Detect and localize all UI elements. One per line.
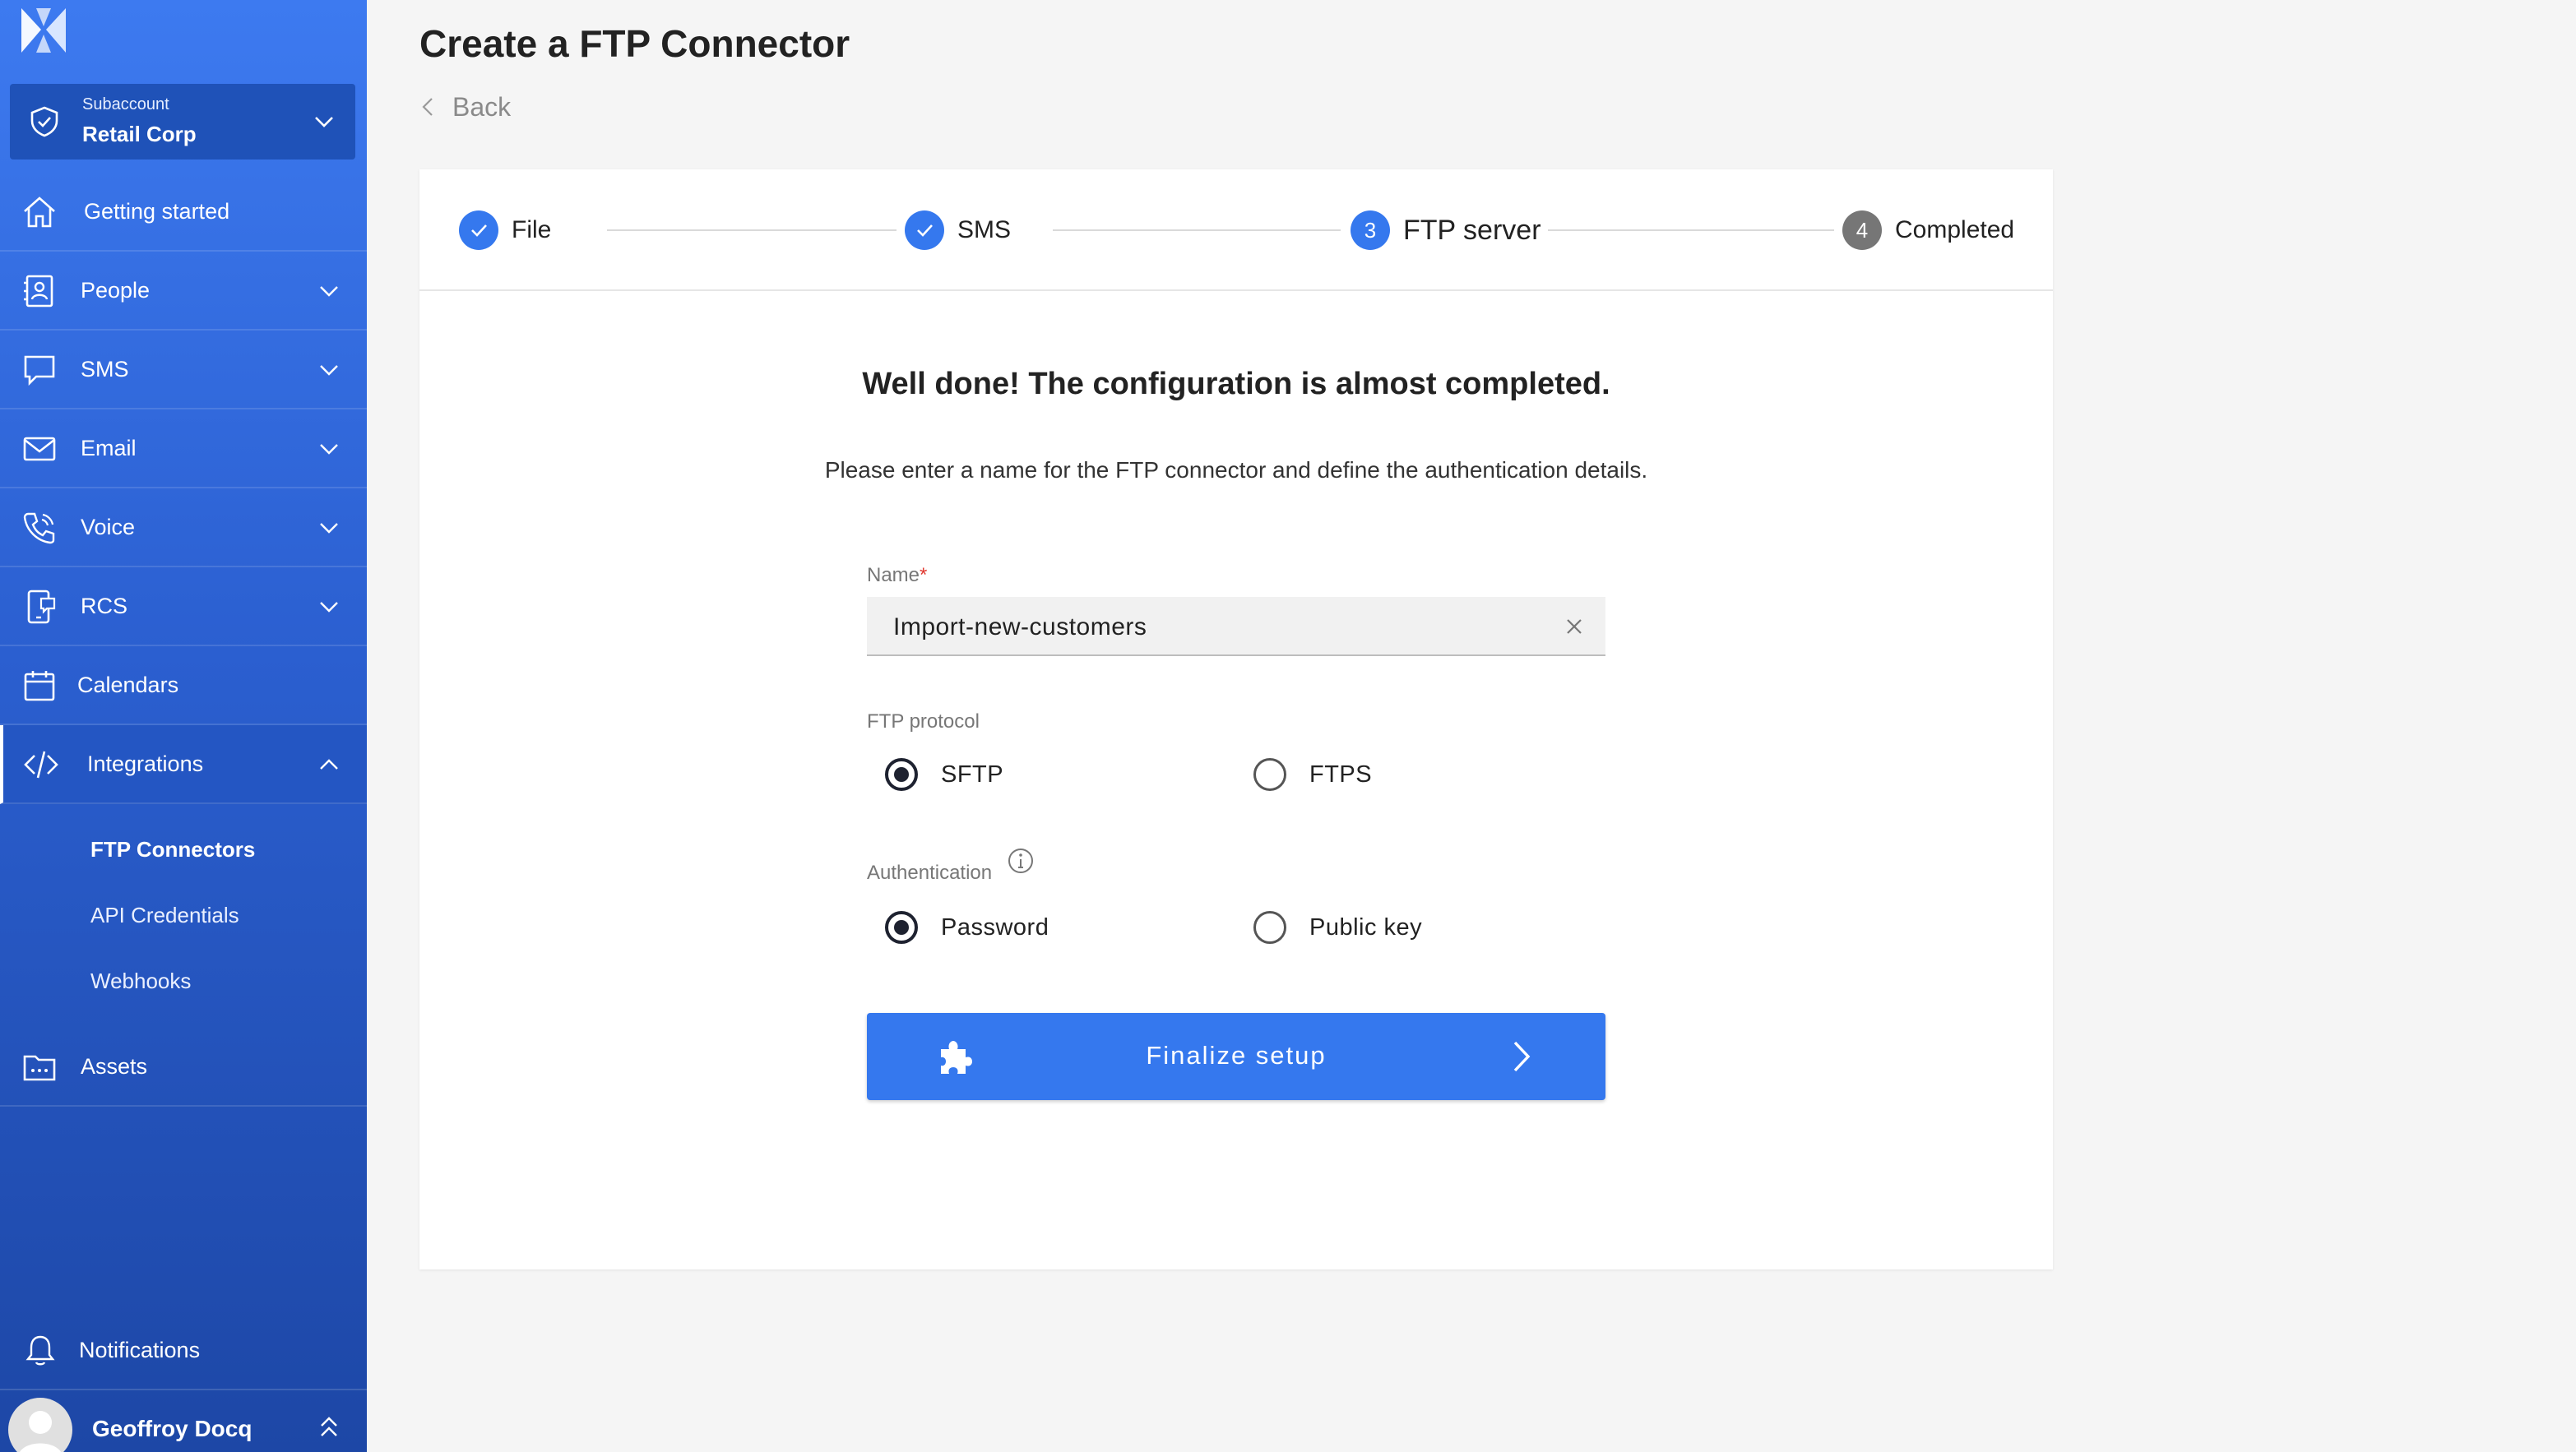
chevron-down-icon [320,444,338,455]
radio-public-key[interactable]: Public key [1253,909,1422,946]
subaccount-label: Subaccount [82,95,169,113]
chevron-down-icon [320,365,338,376]
home-icon [24,197,55,228]
sidebar-item-notifications[interactable]: Notifications [0,1311,367,1390]
back-label: Back [452,91,512,122]
radio-sftp[interactable]: SFTP [885,756,1003,793]
name-label-text: Name [867,564,920,586]
required-mark: * [920,564,928,586]
sidebar-subitem-ftp-connectors[interactable]: FTP Connectors [90,837,255,862]
chevron-left-icon [422,98,433,116]
chat-bubble-icon [24,355,55,386]
finalize-setup-button[interactable]: Finalize setup [867,1013,1605,1100]
connector-name-input[interactable]: Import-new-customers [867,597,1605,656]
bell-icon [25,1335,55,1366]
sidebar-item-label: Assets [81,1054,148,1079]
finalize-setup-label: Finalize setup [1146,1041,1327,1070]
sidebar-item-email[interactable]: Email [0,409,367,488]
avatar [8,1398,72,1452]
step-label: Completed [1895,216,2015,243]
clear-icon[interactable] [1563,615,1586,638]
chevron-down-icon [320,602,338,613]
form-heading: Well done! The configuration is almost c… [862,367,1610,401]
radio-selected-indicator [885,911,918,944]
envelope-icon [23,437,56,461]
user-menu[interactable]: Geoffroy Docq [0,1391,367,1452]
step-done-check-icon [459,210,498,250]
shield-check-icon [30,106,58,137]
subaccount-name: Retail Corp [82,122,197,146]
sidebar-item-label: Voice [81,515,136,539]
calendar-icon [24,671,55,701]
radio-label: Public key [1309,913,1423,941]
setup-card: File SMS 3 FTP server 4 Completed Well d… [419,169,2053,1269]
sidebar-item-integrations[interactable]: Integrations [0,725,367,804]
info-icon[interactable] [1007,847,1035,875]
sidebar-item-rcs[interactable]: RCS [0,567,367,646]
sidebar-item-label: Notifications [79,1338,201,1362]
sidebar-item-label: Calendars [77,673,179,697]
step-label: File [512,216,552,243]
sidebar-item-label: RCS [81,594,128,618]
chevron-down-icon [315,117,333,127]
sidebar-item-people[interactable]: People [0,252,367,331]
connector-name-value: Import-new-customers [893,613,1147,640]
sidebar-subitem-api-credentials[interactable]: API Credentials [90,903,239,928]
form-description: Please enter a name for the FTP connecto… [824,457,1648,483]
radio-unselected-indicator [1253,758,1286,791]
sidebar-item-label: Getting started [84,199,230,224]
sidebar-subitem-webhooks[interactable]: Webhooks [90,969,191,994]
folder-icon [23,1055,56,1081]
stepper: File SMS 3 FTP server 4 Completed [419,169,2053,291]
sidebar-item-getting-started[interactable]: Getting started [0,173,367,252]
chevron-right-icon [1513,1041,1531,1072]
brand-logo-icon[interactable] [18,5,69,61]
authentication-field-label: Authentication [867,862,993,884]
chevron-down-icon [320,523,338,534]
mobile-chat-icon [27,590,56,624]
chevron-down-icon [320,286,338,297]
sidebar-item-assets[interactable]: Assets [0,1028,367,1107]
back-link[interactable]: Back [416,89,511,125]
radio-label: FTPS [1309,761,1373,788]
sidebar-item-label: Integrations [87,751,204,776]
radio-selected-indicator [885,758,918,791]
contact-book-icon [24,275,53,308]
page-title: Create a FTP Connector [419,22,850,65]
sidebar-item-label: People [81,278,151,303]
step-label: FTP server [1403,214,1541,246]
phone-icon [23,512,55,544]
name-field-label: Name* [867,564,927,587]
user-silhouette-icon [19,1411,62,1452]
step-sms[interactable]: SMS [905,210,1011,250]
user-name: Geoffroy Docq [92,1416,253,1441]
radio-password[interactable]: Password [885,909,1049,946]
step-done-check-icon [905,210,944,250]
sidebar: Subaccount Retail Corp Getting started P… [0,0,367,1452]
sidebar-item-voice[interactable]: Voice [0,488,367,567]
protocol-field-label: FTP protocol [867,710,980,733]
step-file[interactable]: File [459,210,551,250]
step-connector [607,229,897,231]
radio-label: SFTP [941,761,1004,788]
step-ftp-server[interactable]: 3 FTP server [1351,210,1541,250]
step-label: SMS [957,216,1012,243]
radio-ftps[interactable]: FTPS [1253,756,1372,793]
step-completed: 4 Completed [1842,210,2014,250]
radio-label: Password [941,913,1049,941]
step-number: 4 [1842,210,1882,250]
sidebar-item-label: Email [81,436,137,460]
sidebar-item-calendars[interactable]: Calendars [0,646,367,725]
double-chevron-up-icon [321,1417,337,1436]
step-number: 3 [1351,210,1390,250]
radio-unselected-indicator [1253,911,1286,944]
code-icon [24,751,58,779]
sidebar-item-sms[interactable]: SMS [0,331,367,409]
step-connector [1053,229,1341,231]
chevron-up-icon [320,759,338,770]
sidebar-item-label: SMS [81,357,129,381]
step-connector [1548,229,1834,231]
subaccount-switcher[interactable]: Subaccount Retail Corp [10,84,355,160]
